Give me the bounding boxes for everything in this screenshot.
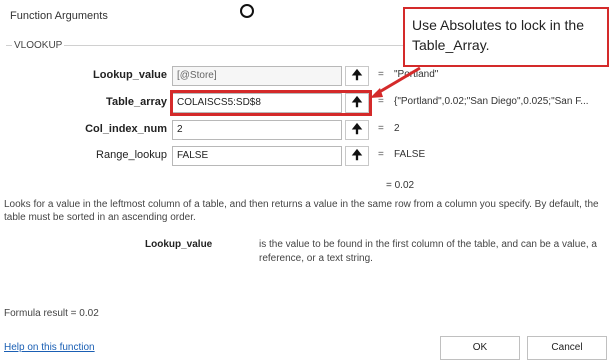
col-index-num-input[interactable]: 2	[172, 120, 342, 140]
formula-result: Formula result = 0.02	[4, 308, 99, 319]
arg-label-table-array: Table_array	[106, 96, 167, 108]
range-lookup-input[interactable]: FALSE	[172, 146, 342, 166]
callout-box: Use Absolutes to lock in the Table_Array…	[403, 7, 609, 67]
cursor-indicator-icon	[240, 4, 254, 18]
callout-text: Use Absolutes to lock in the Table_Array…	[412, 17, 584, 53]
range-lookup-ref-button[interactable]: 🠉	[345, 146, 369, 166]
up-arrow-icon: 🠉	[351, 68, 363, 83]
up-arrow-icon: 🠉	[351, 122, 363, 137]
arg-label-col-index-num: Col_index_num	[85, 123, 167, 135]
lookup-value-evaluated: "Portland"	[394, 69, 439, 80]
arg-row-col-index-num: Col_index_num 2 🠉 = 2	[0, 120, 611, 140]
col-index-num-evaluated: 2	[394, 123, 400, 134]
function-name: VLOOKUP	[12, 40, 65, 51]
ok-button[interactable]: OK	[440, 336, 520, 360]
function-description: Looks for a value in the leftmost column…	[4, 199, 599, 223]
function-arguments-dialog: Function Arguments VLOOKUP Lookup_value …	[0, 0, 611, 364]
equals-sign: =	[378, 96, 384, 107]
table-array-evaluated: {"Portland",0.02;"San Diego",0.025;"San …	[394, 96, 589, 107]
arg-row-lookup-value: Lookup_value [@Store] 🠉 = "Portland"	[0, 66, 611, 86]
help-on-function-link[interactable]: Help on this function	[4, 342, 95, 353]
col-index-num-ref-button[interactable]: 🠉	[345, 120, 369, 140]
arg-label-lookup-value: Lookup_value	[93, 69, 167, 81]
arg-row-range-lookup: Range_lookup FALSE 🠉 = FALSE	[0, 146, 611, 166]
equals-sign: =	[378, 69, 384, 80]
function-result: = 0.02	[386, 180, 415, 191]
argument-help-name: Lookup_value	[145, 239, 213, 250]
equals-sign: =	[378, 149, 384, 160]
range-lookup-evaluated: FALSE	[394, 149, 426, 160]
lookup-value-input[interactable]: [@Store]	[172, 66, 342, 86]
argument-help-text: is the value to be found in the first co…	[259, 239, 597, 264]
up-arrow-icon: 🠉	[351, 148, 363, 163]
cancel-button[interactable]: Cancel	[527, 336, 607, 360]
table-array-highlight	[170, 90, 372, 116]
lookup-value-ref-button[interactable]: 🠉	[345, 66, 369, 86]
dialog-title: Function Arguments	[10, 10, 108, 22]
equals-sign: =	[378, 123, 384, 134]
arg-label-range-lookup: Range_lookup	[96, 149, 167, 161]
